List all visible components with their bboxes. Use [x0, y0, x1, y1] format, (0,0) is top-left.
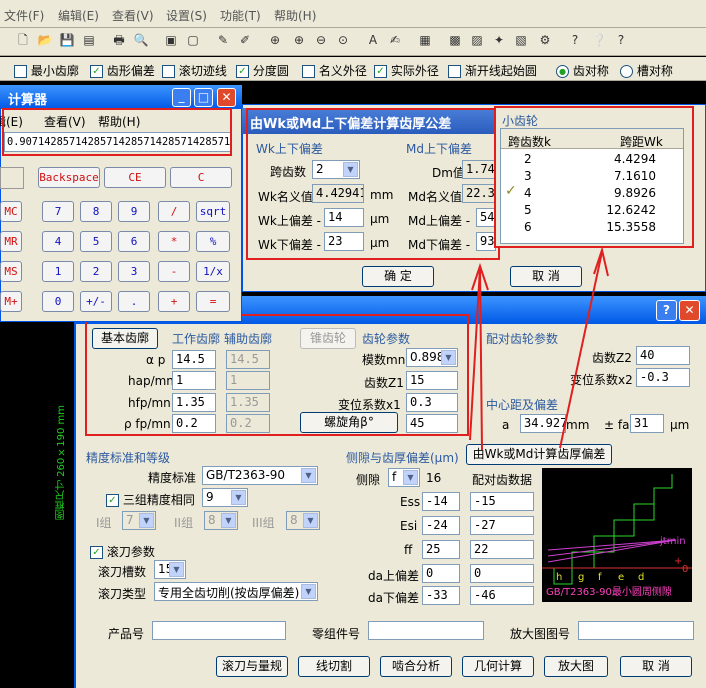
annotation-arrows: [469, 246, 609, 451]
arrow-head-2: [593, 246, 609, 277]
arrow-line-2: [479, 267, 483, 451]
arrow-line-3: [559, 251, 603, 449]
arrow-line-1: [469, 267, 481, 441]
